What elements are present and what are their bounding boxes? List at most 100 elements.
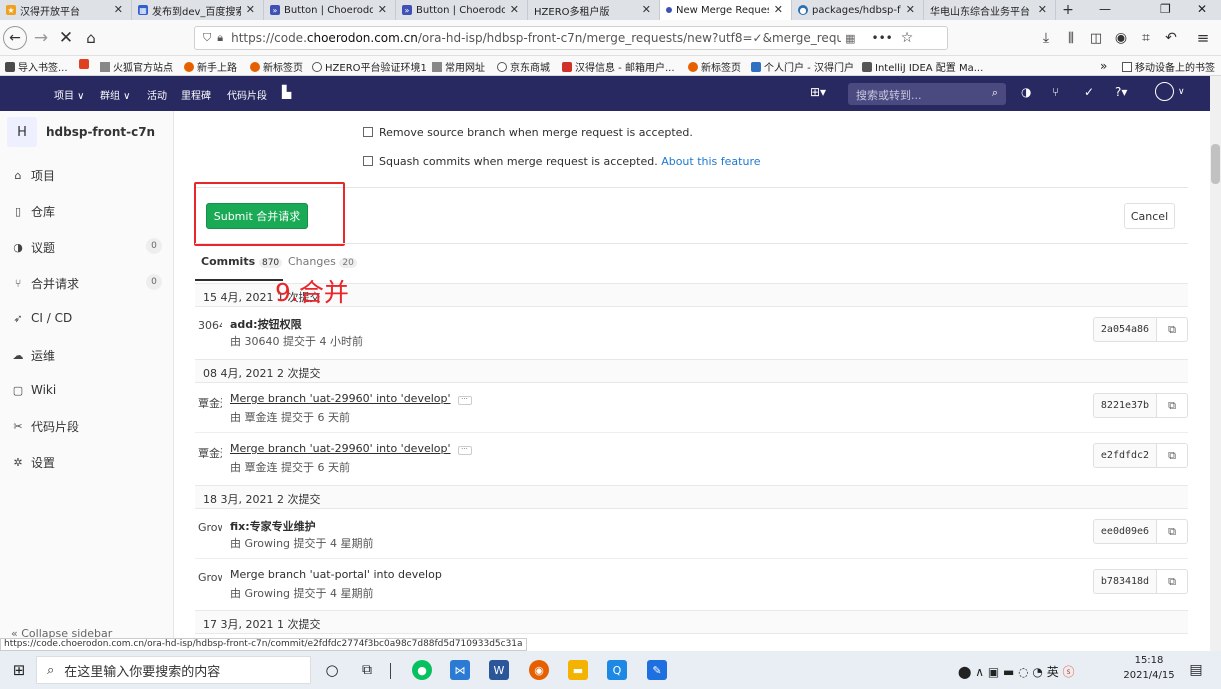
sidebar-toggle-icon[interactable]: ◫ [1084,26,1108,50]
undo-icon[interactable]: ↶ [1159,26,1183,50]
commit-title[interactable]: Merge branch 'uat-portal' into develop [230,568,442,581]
commit-sha-button[interactable]: 2a054a86 [1093,317,1157,342]
mobile-bookmarks[interactable]: 移动设备上的书签 [1122,59,1215,74]
sidebar-item-wiki[interactable]: ▢ Wiki [11,383,56,397]
bookmark-item[interactable] [79,59,92,69]
account-icon[interactable]: ◉ [1109,26,1133,50]
back-icon[interactable]: ← [3,26,27,50]
sidebar-item-issues[interactable]: ◑ 议题 [11,239,55,256]
bookmark-star-icon[interactable]: ☆ [901,30,914,46]
scrollbar-thumb[interactable] [1211,144,1220,184]
avatar[interactable] [1155,82,1174,101]
clock-time[interactable]: 15:18 [1126,655,1172,666]
browser-tab[interactable]: HZERO多租户版 ✕ [528,0,660,20]
chart-icon[interactable]: ▙ [282,85,291,99]
bookmark-item[interactable]: 京东商城 [497,59,550,74]
page-info-icon[interactable]: ⛉ [203,31,211,45]
minimize-icon[interactable]: — [1099,2,1111,16]
vscode-icon[interactable]: ⋈ [450,660,470,680]
close-tab-icon[interactable]: ✕ [906,3,915,16]
close-window-icon[interactable]: ✕ [1197,2,1207,16]
close-tab-icon[interactable]: ✕ [510,3,519,16]
sidebar-item-ci-cd[interactable]: ➶ CI / CD [11,311,72,325]
browser-tab-active[interactable]: New Merge Request ✕ [660,0,792,20]
commit-sha-button[interactable]: 8221e37b [1093,393,1157,418]
bookmark-item[interactable]: 新手上路 [184,59,237,74]
search-app-icon[interactable]: Q [607,660,627,680]
copy-sha-icon[interactable]: ⧉ [1156,393,1188,418]
windows-start-icon[interactable]: ⊞ [9,660,29,680]
tab-changes[interactable]: Changes 20 [288,255,357,268]
squash-commits-checkbox[interactable]: Squash commits when merge request is acc… [363,155,761,168]
browser-tab[interactable]: » Button | Choerodon ✕ [264,0,396,20]
new-tab-icon[interactable]: + [1056,0,1080,20]
close-tab-icon[interactable]: ✕ [1038,3,1047,16]
qr-icon[interactable]: ▦ [845,32,855,45]
bookmark-item[interactable]: 常用网址 [432,59,485,74]
project-avatar[interactable]: H [7,117,37,147]
clock-date[interactable]: 2021/4/15 [1120,670,1178,681]
library-icon[interactable]: ⫼ [1059,26,1083,50]
restore-icon[interactable]: ❐ [1160,2,1171,16]
notes-app-icon[interactable]: ✎ [647,660,667,680]
sidebar-item-repository[interactable]: ▯ 仓库 [11,203,55,220]
close-tab-icon[interactable]: ✕ [246,3,255,16]
home-icon[interactable]: ⌂ [79,26,103,50]
stop-icon[interactable]: ✕ [54,26,78,50]
page-scrollbar[interactable] [1210,76,1221,651]
nav-projects[interactable]: 项目 ∨ [54,87,85,102]
page-actions-button[interactable]: ••• [872,31,893,45]
expand-commit-icon[interactable]: ··· [457,446,472,455]
commit-sha-button[interactable]: ee0d09e6 [1093,519,1157,544]
task-view-icon[interactable]: ⧉ [357,660,377,680]
firefox-icon[interactable]: ◉ [529,660,549,680]
url-bar[interactable]: ⛉ 🔒︎ https://code.choerodon.com.cn/ora-h… [194,26,948,50]
screenshot-icon[interactable]: ⌗ [1134,26,1158,50]
issues-icon[interactable]: ◑ [1021,85,1031,99]
project-name[interactable]: hdbsp-front-c7n [46,125,155,139]
search-input[interactable]: 搜索或转到... ⌕ [848,83,1006,105]
bookmark-item[interactable]: HZERO平台验证环境1 [312,59,427,74]
system-tray-icons[interactable]: ⬤ ∧ ▣ ▬ ◌ ◔ 英 ⓢ [958,663,1075,680]
bookmark-item[interactable]: 汉得信息 - 邮箱用户... [562,59,675,74]
close-tab-icon[interactable]: ✕ [114,3,123,16]
file-explorer-icon[interactable]: ▬ [568,660,588,680]
commit-title[interactable]: Merge branch 'uat-29960' into 'develop' ·… [230,442,472,455]
copy-sha-icon[interactable]: ⧉ [1156,519,1188,544]
bookmark-item[interactable]: 新标签页 [688,59,741,74]
close-tab-icon[interactable]: ✕ [642,3,651,16]
tab-commits[interactable]: Commits 870 [201,255,283,268]
browser-tab[interactable]: 华电山东综合业务平台 ✕ [924,0,1056,20]
close-tab-icon[interactable]: ✕ [378,3,387,16]
copy-sha-icon[interactable]: ⧉ [1156,569,1188,594]
word-icon[interactable]: W [489,660,509,680]
commit-sha-button[interactable]: e2fdfdc2 [1093,443,1157,468]
wechat-icon[interactable]: ● [412,660,432,680]
about-feature-link[interactable]: About this feature [661,155,760,168]
remove-branch-checkbox[interactable]: Remove source branch when merge request … [363,126,693,139]
bookmark-item[interactable]: 火狐官方站点 [100,59,173,74]
commit-title[interactable]: add:按钮权限 [230,316,302,332]
sidebar-item-operations[interactable]: ☁ 运维 [11,347,56,364]
chevron-down-icon[interactable]: ∨ [1178,87,1185,97]
download-icon[interactable]: ⤓ [1034,26,1058,50]
cortana-icon[interactable]: ○ [322,660,342,680]
browser-tab[interactable]: ★ 汉得开放平台 ✕ [0,0,132,20]
nav-milestones[interactable]: 里程碑 [181,87,211,102]
browser-tab[interactable]: ▦ 发布到dev_百度搜索 ✕ [132,0,264,20]
expand-commit-icon[interactable]: ··· [457,396,472,405]
nav-groups[interactable]: 群组 ∨ [100,87,131,102]
todo-icon[interactable]: ✓ [1084,85,1094,99]
sidebar-item-settings[interactable]: ✲ 设置 [11,454,55,471]
sidebar-item-merge-requests[interactable]: ⑂ 合并请求 [11,275,79,292]
bookmarks-overflow-button[interactable]: » [1100,59,1107,73]
bookmark-item[interactable]: 新标签页 [250,59,303,74]
copy-sha-icon[interactable]: ⧉ [1156,317,1188,342]
copy-sha-icon[interactable]: ⧉ [1156,443,1188,468]
sidebar-item-snippets[interactable]: ✂ 代码片段 [11,418,79,435]
commit-title[interactable]: fix:专家专业维护 [230,518,316,534]
browser-tab[interactable]: » Button | Choerodon ✕ [396,0,528,20]
notification-icon[interactable]: ▤ [1186,660,1206,680]
menu-icon[interactable]: ≡ [1191,26,1215,50]
help-icon[interactable]: ?▾ [1115,85,1127,99]
